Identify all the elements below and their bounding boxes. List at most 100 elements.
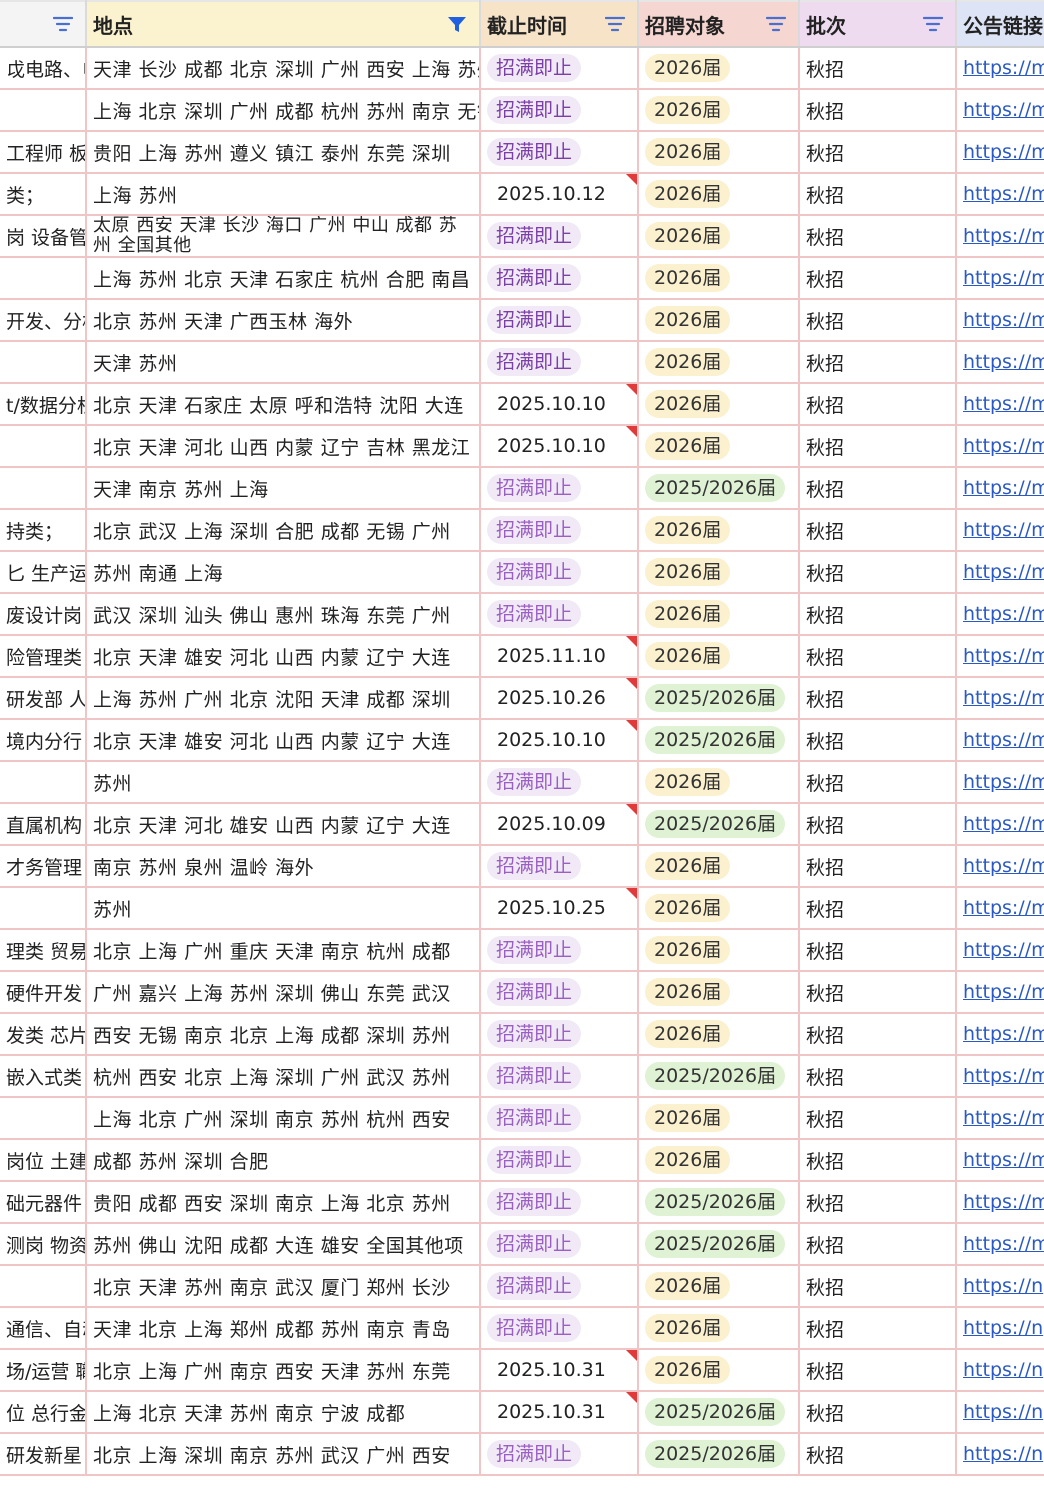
cell-batch[interactable]: 秋招 xyxy=(799,425,957,468)
cell-link[interactable]: https://m xyxy=(956,677,1044,720)
column-header-location[interactable]: 地点 xyxy=(86,0,481,48)
cell-target[interactable]: 2025/2026届 xyxy=(638,1433,800,1476)
cell-link[interactable]: https://n xyxy=(956,1433,1044,1476)
cell-location[interactable]: 广州 嘉兴 上海 苏州 深圳 佛山 东莞 武汉 xyxy=(86,971,481,1014)
cell-deadline[interactable]: 招满即止 xyxy=(480,1139,639,1182)
cell-link[interactable]: https://m xyxy=(956,215,1044,258)
cell-batch[interactable]: 秋招 xyxy=(799,551,957,594)
filter-icon[interactable] xyxy=(923,16,943,34)
cell-target[interactable]: 2026届 xyxy=(638,551,800,594)
cell-batch[interactable]: 秋招 xyxy=(799,929,957,972)
cell-link[interactable]: https://n xyxy=(956,1391,1044,1434)
cell-deadline[interactable]: 招满即止 xyxy=(480,1223,639,1266)
cell-link[interactable]: https://m xyxy=(956,131,1044,174)
cell-deadline[interactable]: 招满即止 xyxy=(480,761,639,804)
cell-location[interactable]: 上海 北京 广州 深圳 南京 苏州 杭州 西安 xyxy=(86,1097,481,1140)
cell-deadline[interactable]: 招满即止 xyxy=(480,1097,639,1140)
cell-location[interactable]: 天津 南京 苏州 上海 xyxy=(86,467,481,510)
cell-target[interactable]: 2026届 xyxy=(638,215,800,258)
cell-location[interactable]: 北京 苏州 天津 广西玉林 海外 xyxy=(86,299,481,342)
cell-link[interactable]: https://m xyxy=(956,509,1044,552)
cell-position[interactable] xyxy=(0,467,87,510)
cell-position[interactable] xyxy=(0,1097,87,1140)
cell-position[interactable] xyxy=(0,341,87,384)
cell-link[interactable]: https://m xyxy=(956,383,1044,426)
cell-target[interactable]: 2026届 xyxy=(638,1013,800,1056)
cell-position[interactable]: 研发新星 xyxy=(0,1433,87,1476)
cell-location[interactable]: 北京 天津 雄安 河北 山西 内蒙 辽宁 大连 xyxy=(86,719,481,762)
cell-batch[interactable]: 秋招 xyxy=(799,257,957,300)
cell-position[interactable]: 岗位 土建 xyxy=(0,1139,87,1182)
cell-location[interactable]: 上海 苏州 北京 天津 石家庄 杭州 合肥 南昌 xyxy=(86,257,481,300)
cell-position[interactable]: 废设计岗 xyxy=(0,593,87,636)
cell-deadline[interactable]: 2025.10.25 xyxy=(480,887,639,930)
cell-location[interactable]: 北京 上海 广州 重庆 天津 南京 杭州 成都 xyxy=(86,929,481,972)
cell-batch[interactable]: 秋招 xyxy=(799,1223,957,1266)
cell-batch[interactable]: 秋招 xyxy=(799,1391,957,1434)
cell-target[interactable]: 2025/2026届 xyxy=(638,803,800,846)
cell-position[interactable]: t/数据分析 xyxy=(0,383,87,426)
cell-location[interactable]: 贵阳 成都 西安 深圳 南京 上海 北京 苏州 xyxy=(86,1181,481,1224)
cell-target[interactable]: 2026届 xyxy=(638,887,800,930)
comment-flag-icon[interactable] xyxy=(626,888,636,899)
comment-flag-icon[interactable] xyxy=(626,678,636,689)
cell-target[interactable]: 2025/2026届 xyxy=(638,1223,800,1266)
cell-target[interactable]: 2026届 xyxy=(638,299,800,342)
cell-batch[interactable]: 秋招 xyxy=(799,845,957,888)
cell-position[interactable]: 险管理类 xyxy=(0,635,87,678)
cell-position[interactable] xyxy=(0,89,87,132)
cell-deadline[interactable]: 招满即止 xyxy=(480,509,639,552)
cell-target[interactable]: 2026届 xyxy=(638,425,800,468)
cell-link[interactable]: https://m xyxy=(956,845,1044,888)
cell-link[interactable]: https://n xyxy=(956,1349,1044,1392)
cell-link[interactable]: https://m xyxy=(956,1223,1044,1266)
cell-deadline[interactable]: 2025.10.26 xyxy=(480,677,639,720)
cell-location[interactable]: 天津 长沙 成都 北京 深圳 广州 西安 上海 苏州 xyxy=(86,47,481,90)
cell-deadline[interactable]: 2025.10.31 xyxy=(480,1349,639,1392)
cell-location[interactable]: 北京 上海 广州 南京 西安 天津 苏州 东莞 xyxy=(86,1349,481,1392)
cell-location[interactable]: 北京 天津 河北 山西 内蒙 辽宁 吉林 黑龙江 xyxy=(86,425,481,468)
cell-position[interactable]: 直属机构 xyxy=(0,803,87,846)
cell-deadline[interactable]: 招满即止 xyxy=(480,1307,639,1350)
cell-batch[interactable]: 秋招 xyxy=(799,341,957,384)
cell-deadline[interactable]: 招满即止 xyxy=(480,467,639,510)
cell-location[interactable]: 苏州 佛山 沈阳 成都 大连 雄安 全国其他项 xyxy=(86,1223,481,1266)
cell-target[interactable]: 2026届 xyxy=(638,1349,800,1392)
cell-target[interactable]: 2026届 xyxy=(638,1307,800,1350)
cell-deadline[interactable]: 招满即止 xyxy=(480,1265,639,1308)
cell-target[interactable]: 2026届 xyxy=(638,173,800,216)
cell-position[interactable]: 测岗 物资 xyxy=(0,1223,87,1266)
cell-location[interactable]: 成都 苏州 深圳 合肥 xyxy=(86,1139,481,1182)
cell-position[interactable]: 开发、分析 xyxy=(0,299,87,342)
cell-link[interactable]: https://m xyxy=(956,929,1044,972)
cell-location[interactable]: 北京 天津 河北 雄安 山西 内蒙 辽宁 大连 xyxy=(86,803,481,846)
column-header-link[interactable]: 公告链接 xyxy=(956,0,1044,48)
cell-deadline[interactable]: 招满即止 xyxy=(480,47,639,90)
cell-deadline[interactable]: 招满即止 xyxy=(480,551,639,594)
cell-target[interactable]: 2026届 xyxy=(638,131,800,174)
cell-position[interactable]: 位 总行金 xyxy=(0,1391,87,1434)
column-header-batch[interactable]: 批次 xyxy=(799,0,957,48)
cell-batch[interactable]: 秋招 xyxy=(799,299,957,342)
cell-position[interactable]: 持类； xyxy=(0,509,87,552)
cell-location[interactable]: 北京 天津 雄安 河北 山西 内蒙 辽宁 大连 xyxy=(86,635,481,678)
cell-deadline[interactable]: 2025.10.12 xyxy=(480,173,639,216)
cell-location[interactable]: 西安 无锡 南京 北京 上海 成都 深圳 苏州 xyxy=(86,1013,481,1056)
cell-position[interactable]: 才务管理 会 xyxy=(0,845,87,888)
cell-batch[interactable]: 秋招 xyxy=(799,1055,957,1098)
cell-target[interactable]: 2025/2026届 xyxy=(638,719,800,762)
cell-link[interactable]: https://m xyxy=(956,1055,1044,1098)
cell-batch[interactable]: 秋招 xyxy=(799,635,957,678)
cell-deadline[interactable]: 招满即止 xyxy=(480,89,639,132)
cell-deadline[interactable]: 招满即止 xyxy=(480,845,639,888)
cell-target[interactable]: 2026届 xyxy=(638,509,800,552)
cell-link[interactable]: https://m xyxy=(956,761,1044,804)
cell-location[interactable]: 苏州 xyxy=(86,761,481,804)
cell-link[interactable]: https://m xyxy=(956,341,1044,384)
cell-batch[interactable]: 秋招 xyxy=(799,1181,957,1224)
comment-flag-icon[interactable] xyxy=(626,384,636,395)
cell-position[interactable]: 硬件开发 xyxy=(0,971,87,1014)
cell-target[interactable]: 2025/2026届 xyxy=(638,467,800,510)
cell-batch[interactable]: 秋招 xyxy=(799,1349,957,1392)
cell-batch[interactable]: 秋招 xyxy=(799,971,957,1014)
